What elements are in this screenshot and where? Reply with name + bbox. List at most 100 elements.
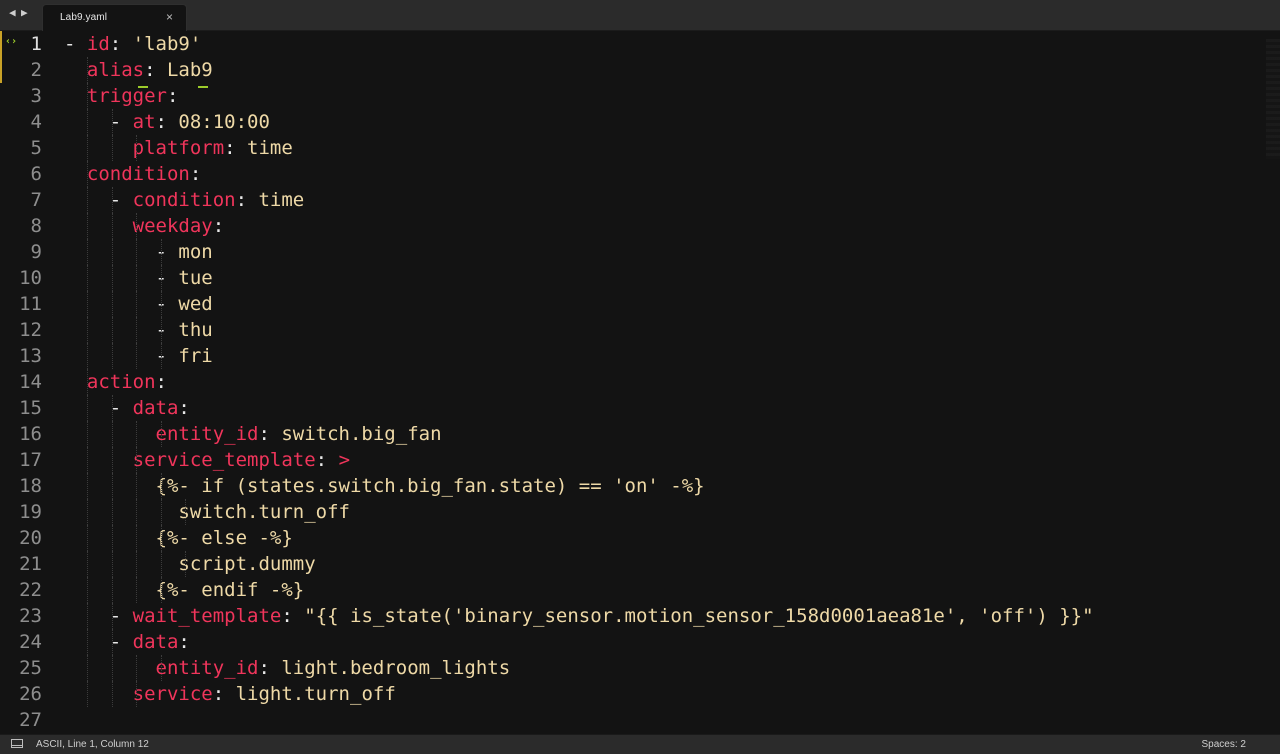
indent-guide <box>112 135 113 161</box>
indent-guide <box>87 265 88 291</box>
indent-guide <box>87 317 88 343</box>
code-token: wed <box>178 293 213 315</box>
code-token: entity_id <box>155 423 259 445</box>
code-line[interactable]: - at: 08:10:00 <box>64 109 270 135</box>
indent-guide <box>136 551 137 577</box>
code-token: action <box>86 371 156 393</box>
line-number: 24 <box>19 631 42 653</box>
code-token: : <box>212 683 236 705</box>
code-line[interactable]: entity_id: switch.big_fan <box>64 421 442 447</box>
code-token: time <box>247 137 293 159</box>
code-token: mon <box>178 241 213 263</box>
indent-guide <box>136 135 137 161</box>
indent-guide <box>87 525 88 551</box>
code-line[interactable]: - id: 'lab9' <box>64 31 201 57</box>
code-line[interactable]: {%- else -%} <box>64 525 293 551</box>
code-line[interactable]: - data: <box>64 629 190 655</box>
indent-guide <box>87 213 88 239</box>
code-token: platform <box>132 137 225 159</box>
code-token: : <box>212 215 225 237</box>
indent-guide <box>185 499 186 525</box>
back-arrow-icon[interactable]: ◀ <box>9 6 16 19</box>
code-line[interactable]: switch.turn_off <box>64 499 350 525</box>
code-token: - <box>64 605 133 627</box>
indent-guide <box>161 525 162 551</box>
indent-guide <box>112 629 113 655</box>
indent-guide <box>87 421 88 447</box>
indent-guide <box>112 317 113 343</box>
code-token: script.dummy <box>178 553 316 575</box>
indent-guide <box>87 603 88 629</box>
code-token: {%- if (states.switch.big_fan.state) == … <box>155 475 705 497</box>
code-token: - <box>64 33 87 55</box>
code-token: - <box>64 631 133 653</box>
code-line[interactable]: weekday: <box>64 213 225 239</box>
editor-pane[interactable]: ‹› 1 2 3 4 5 6 7 8 9 10 11 12 13 14 15 16 17 18 19 20 21 22 23… <box>0 31 1280 734</box>
code-token: switch.big_fan <box>281 423 442 445</box>
indent-guide <box>87 57 88 83</box>
code-token: data <box>132 397 179 419</box>
indent-guide <box>161 291 162 317</box>
line-number: 12 <box>19 319 42 341</box>
code-token: light.turn_off <box>235 683 396 705</box>
code-token: : <box>178 397 190 419</box>
indent-guide <box>136 239 137 265</box>
indent-guide <box>112 499 113 525</box>
indent-guide <box>87 135 88 161</box>
indent-guide <box>87 369 88 395</box>
close-icon[interactable]: × <box>166 10 173 24</box>
indent-guide <box>161 239 162 265</box>
code-token: : <box>166 85 179 107</box>
line-number: 8 <box>30 215 42 237</box>
code-line[interactable]: script.dummy <box>64 551 316 577</box>
line-number: 5 <box>30 137 42 159</box>
code-line[interactable]: {%- endif -%} <box>64 577 305 603</box>
indent-guide <box>161 343 162 369</box>
code-token: : <box>155 371 167 393</box>
indent-guide <box>112 681 113 707</box>
indentation-status[interactable]: Spaces: 2 <box>1202 739 1246 750</box>
code-line[interactable]: trigger: <box>64 83 179 109</box>
indent-guide <box>112 343 113 369</box>
code-token: Lab9 <box>166 59 213 81</box>
indent-guide <box>112 473 113 499</box>
code-token: : <box>258 657 282 679</box>
code-token: : <box>258 423 282 445</box>
code-line[interactable]: - wait_template: "{{ is_state('binary_se… <box>64 603 1094 629</box>
line-number-gutter: ‹› 1 2 3 4 5 6 7 8 9 10 11 12 13 14 15 16 17 18 19 20 21 22 23… <box>0 31 52 734</box>
indent-guide <box>161 577 162 603</box>
line-number: 23 <box>19 605 42 627</box>
code-token: fri <box>178 345 213 367</box>
indent-guide <box>87 109 88 135</box>
forward-arrow-icon[interactable]: ▶ <box>21 6 28 19</box>
code-token: at <box>132 111 156 133</box>
indent-guide <box>136 421 137 447</box>
code-line[interactable]: service_template: > <box>64 447 350 473</box>
code-line[interactable]: platform: time <box>64 135 293 161</box>
code-line[interactable]: condition: <box>64 161 201 187</box>
code-line[interactable]: - condition: time <box>64 187 305 213</box>
code-line[interactable]: entity_id: light.bedroom_lights <box>64 655 511 681</box>
code-line[interactable]: action: <box>64 369 167 395</box>
code-token: : <box>235 189 259 211</box>
line-number: 15 <box>19 397 42 419</box>
code-token: thu <box>178 319 213 341</box>
indent-guide <box>136 213 137 239</box>
indent-guide <box>87 83 88 109</box>
code-line[interactable]: - data: <box>64 395 190 421</box>
code-token: : <box>189 163 202 185</box>
indent-guide <box>136 265 137 291</box>
code-token: entity_id <box>155 657 259 679</box>
tab-lab9-yaml[interactable]: Lab9.yaml × <box>42 4 187 31</box>
code-area[interactable]: - id: 'lab9' alias: Lab9 trigger: - at: … <box>64 31 1280 734</box>
code-token: - <box>64 189 133 211</box>
indent-guide <box>112 603 113 629</box>
line-number: 27 <box>19 709 42 731</box>
minimap[interactable] <box>1266 39 1280 159</box>
code-line[interactable]: service: light.turn_off <box>64 681 396 707</box>
indent-guide <box>136 525 137 551</box>
panel-toggle-icon[interactable] <box>11 739 23 748</box>
